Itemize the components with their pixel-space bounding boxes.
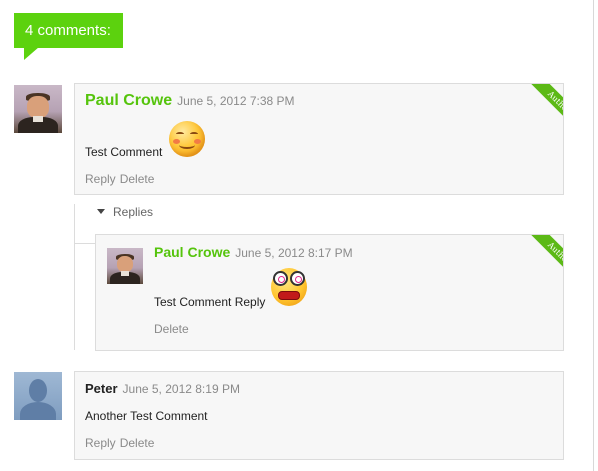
reply-actions: Delete [154, 322, 193, 336]
reply-text: Test Comment Reply [154, 295, 266, 309]
comment-meta: Peter June 5, 2012 8:19 PM [85, 380, 240, 398]
comment-author-link[interactable]: Paul Crowe [85, 92, 172, 109]
comment-count-badge-tail [24, 47, 39, 60]
reply-card: Author Paul Crowe June 5, 2012 8:17 PM Te… [95, 234, 564, 351]
avatar-silhouette-head [28, 378, 48, 402]
avatar-paul-crowe[interactable] [107, 248, 143, 284]
author-ribbon: Author [526, 235, 563, 287]
comment-date-link[interactable]: June 5, 2012 7:38 PM [177, 94, 294, 108]
reply-date-link[interactable]: June 5, 2012 8:17 PM [235, 246, 352, 260]
avatar-head [117, 255, 133, 273]
triangle-down-icon [97, 209, 105, 215]
comment-count-badge: 4 comments: [14, 13, 123, 48]
emoticon-mouth [278, 291, 300, 300]
emoticon-eye [190, 132, 198, 136]
emoticon-cheek [194, 139, 201, 144]
avatar-peter-default[interactable] [14, 372, 62, 420]
reply-link[interactable]: Reply [85, 172, 116, 186]
avatar-head [27, 95, 49, 118]
comment-actions: Reply Delete [85, 436, 158, 450]
author-ribbon: Author [526, 84, 563, 136]
avatar-collar [121, 271, 129, 277]
reply-author-link[interactable]: Paul Crowe [154, 244, 230, 260]
comment-card: Peter June 5, 2012 8:19 PM Another Test C… [74, 371, 564, 460]
smiling-emoticon-icon [169, 121, 205, 157]
reply-thread-line [74, 204, 75, 350]
reply-link[interactable]: Reply [85, 436, 116, 450]
comment-text: Test Comment [85, 145, 163, 159]
comment-date-link[interactable]: June 5, 2012 8:19 PM [123, 382, 240, 396]
delete-link[interactable]: Delete [120, 436, 155, 450]
avatar-silhouette-body [19, 401, 57, 420]
reply-meta: Paul Crowe June 5, 2012 8:17 PM [154, 244, 353, 262]
avatar-collar [33, 115, 43, 123]
avatar-paul-crowe[interactable] [14, 85, 62, 133]
emoticon-eye [176, 132, 184, 136]
replies-toggle-label: Replies [113, 205, 154, 219]
delete-link[interactable]: Delete [154, 322, 189, 336]
comment-actions: Reply Delete [85, 172, 158, 186]
crazy-emoticon-icon [271, 268, 307, 306]
comment-text: Another Test Comment [85, 409, 208, 423]
comment-meta: Paul Crowe June 5, 2012 7:38 PM [85, 92, 295, 110]
reply-connector-line [74, 243, 95, 244]
emoticon-mouth [179, 141, 195, 149]
emoticon-glasses-lens [273, 271, 288, 286]
delete-link[interactable]: Delete [120, 172, 155, 186]
page-right-border [593, 0, 594, 471]
replies-toggle[interactable]: Replies [97, 205, 153, 219]
emoticon-glasses-lens [290, 271, 305, 286]
comment-card: Author Paul Crowe June 5, 2012 7:38 PM Te… [74, 83, 564, 195]
comment-author-link[interactable]: Peter [85, 381, 118, 396]
